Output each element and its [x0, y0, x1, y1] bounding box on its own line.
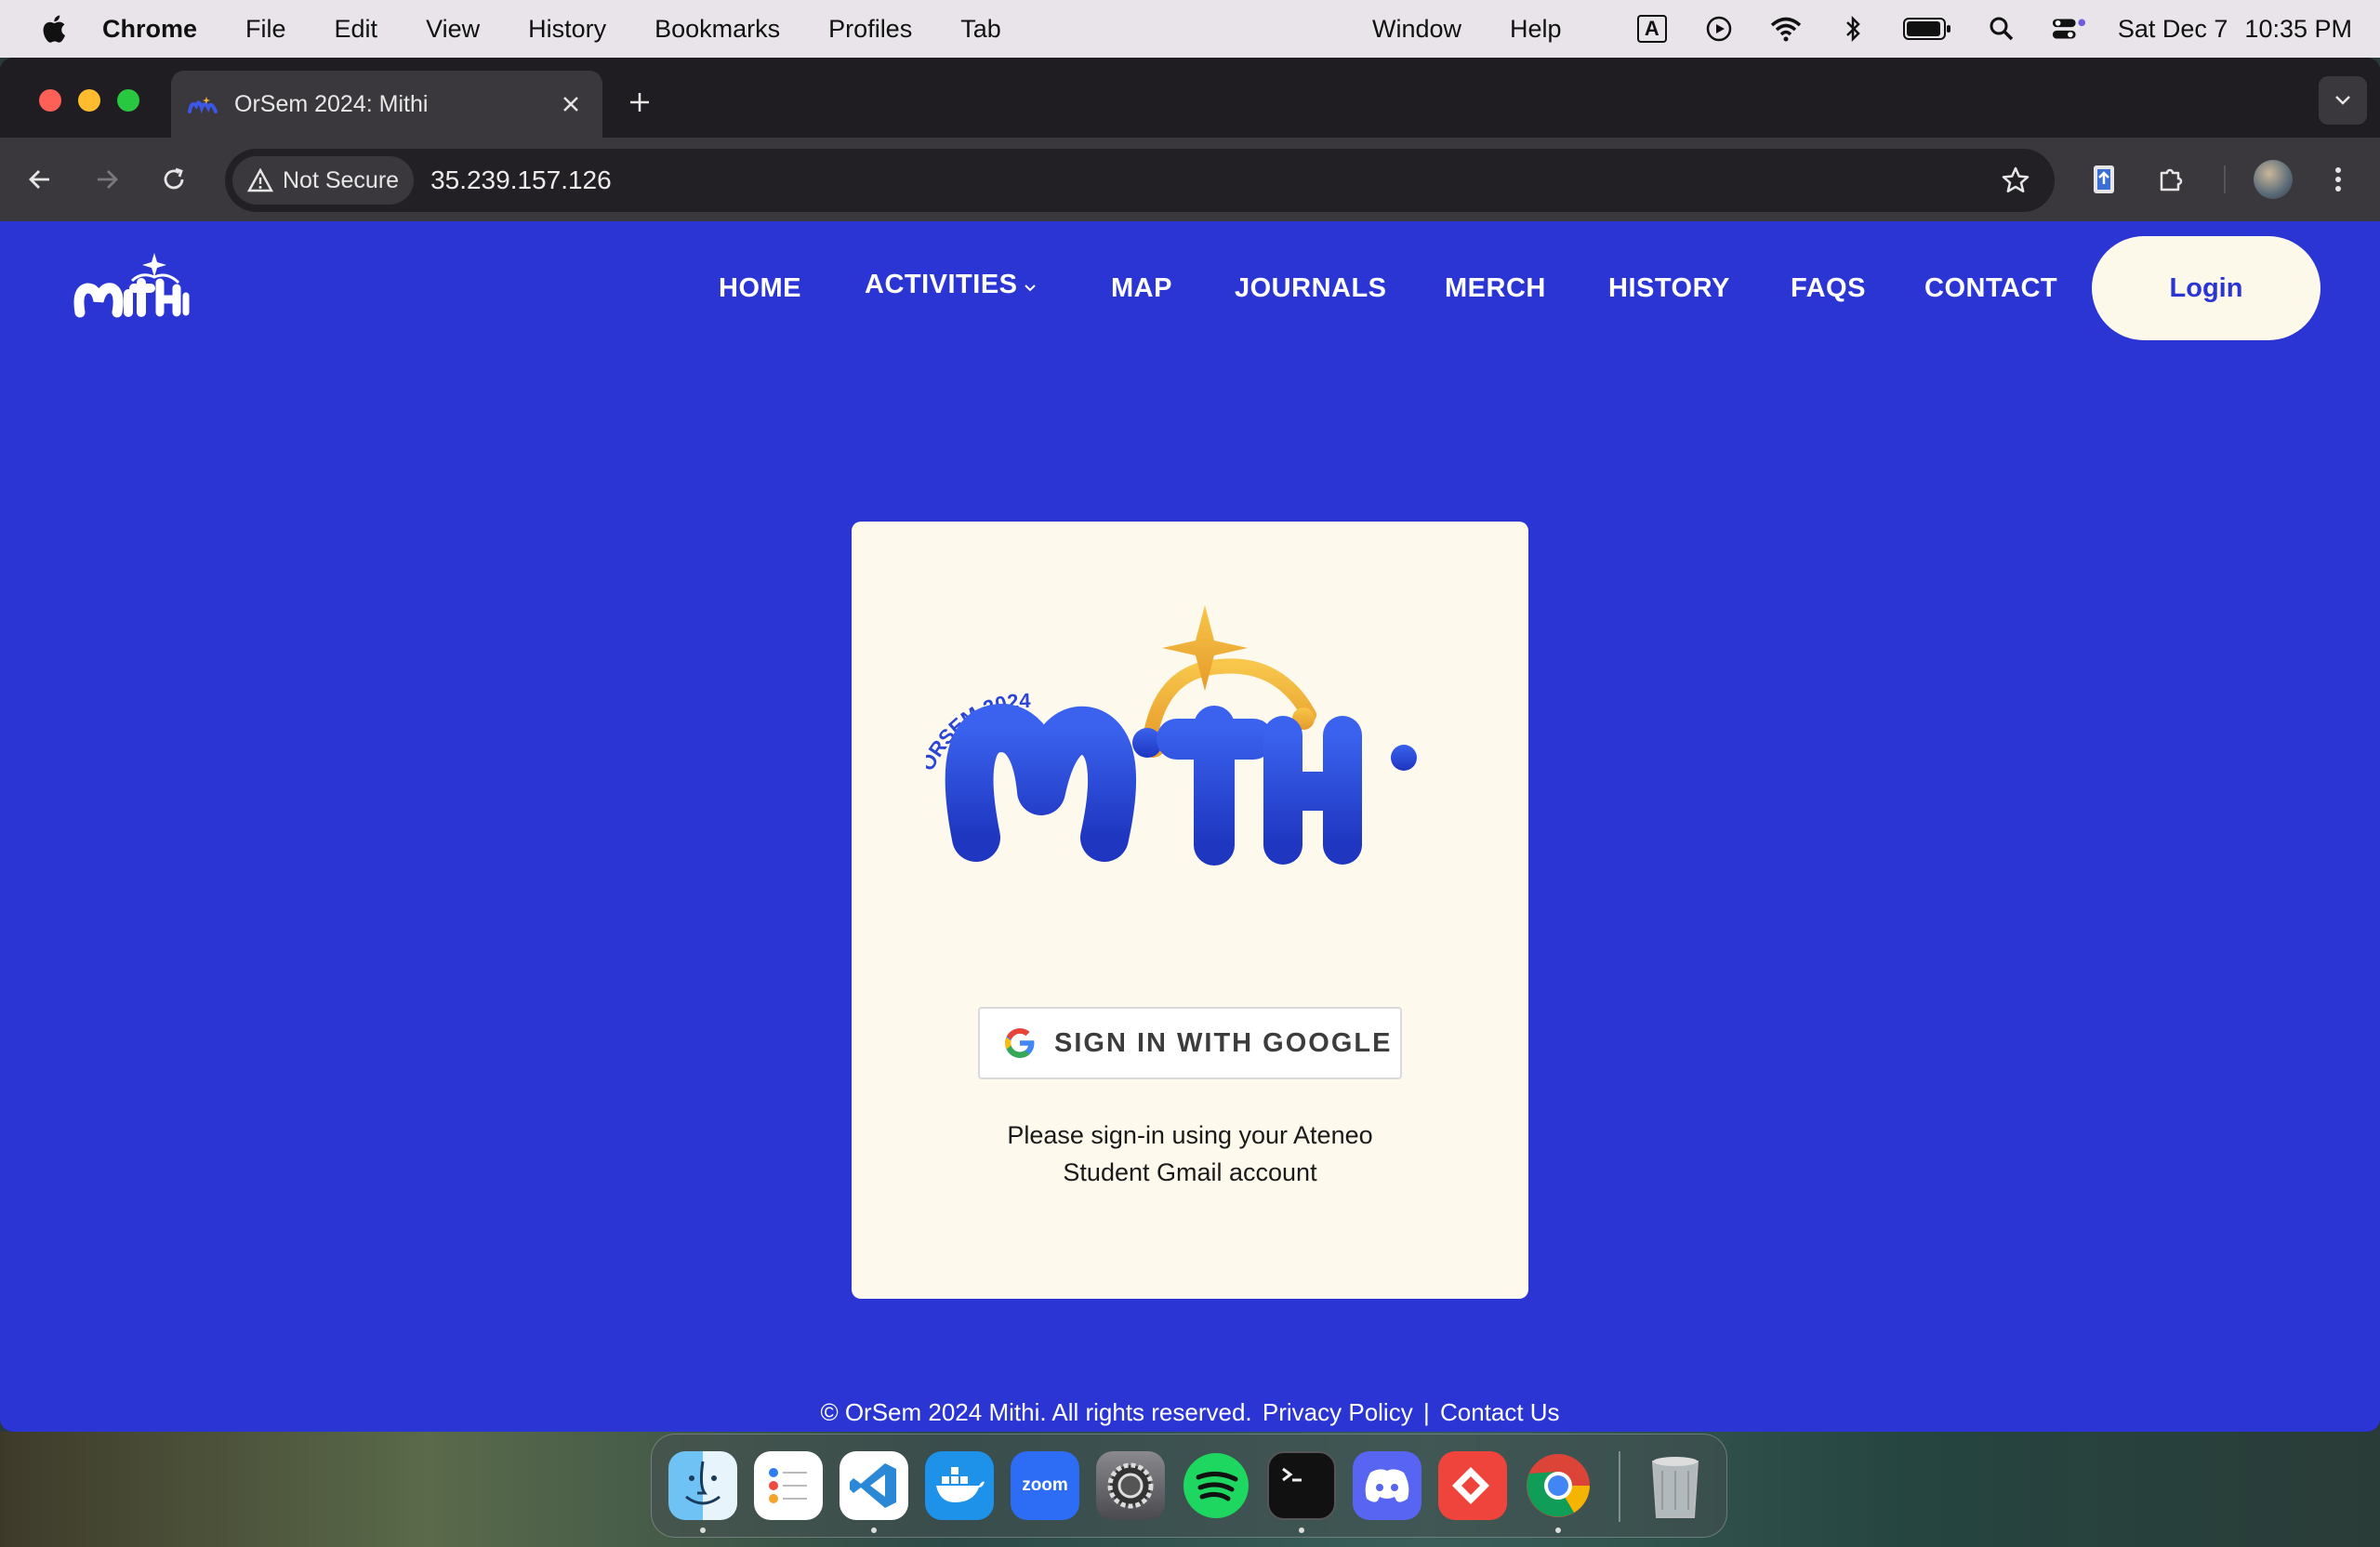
mithi-favicon-icon [188, 97, 218, 113]
anydesk-icon[interactable] [1438, 1451, 1507, 1520]
menu-history[interactable]: History [528, 15, 606, 44]
security-chip[interactable]: Not Secure [232, 156, 415, 205]
google-g-icon [1005, 1028, 1035, 1058]
profile-avatar[interactable] [2254, 160, 2293, 199]
now-playing-icon[interactable] [1701, 15, 1737, 43]
docker-icon[interactable] [925, 1451, 994, 1520]
menu-help[interactable]: Help [1510, 15, 1562, 44]
spotlight-search-icon[interactable] [1984, 15, 2019, 43]
sign-in-hint-line2: Student Gmail account [1063, 1158, 1317, 1186]
security-label: Not Secure [283, 166, 400, 193]
nav-faqs[interactable]: FAQS [1791, 273, 1866, 304]
spotify-icon[interactable] [1182, 1451, 1250, 1520]
reload-button[interactable] [152, 158, 195, 201]
menubar-date[interactable]: Sat Dec 7 [2118, 15, 2228, 44]
browser-toolbar: Not Secure 35.239.157.126 [0, 138, 2380, 221]
zoom-window-button[interactable] [117, 89, 139, 112]
browser-window: OrSem 2024: Mithi Not Secure 35.239.157.… [0, 58, 2380, 1432]
discord-icon[interactable] [1353, 1451, 1421, 1520]
footer-privacy-link[interactable]: Privacy Policy [1263, 1398, 1413, 1426]
zoom-icon[interactable]: zoom [1011, 1451, 1079, 1520]
dock-running-dot [1555, 1527, 1561, 1533]
nav-home[interactable]: HOME [719, 273, 801, 304]
input-source-icon[interactable]: A [1634, 15, 1670, 43]
sign-in-hint: Please sign-in using your Ateneo Student… [852, 1117, 1528, 1191]
tab-title: OrSem 2024: Mithi [234, 90, 429, 117]
apple-icon[interactable] [39, 13, 67, 45]
warning-icon [247, 168, 273, 192]
orsem-mithi-logo: ORSEM 2024 [926, 605, 1420, 866]
nav-activities[interactable]: ACTIVITIES [865, 270, 1018, 300]
nav-contact[interactable]: CONTACT [1924, 273, 2057, 304]
more-menu-icon[interactable] [2317, 158, 2360, 201]
vscode-icon[interactable] [840, 1451, 908, 1520]
nav-history[interactable]: HISTORY [1608, 273, 1730, 304]
footer-copyright: © OrSem 2024 Mithi. All rights reserved. [820, 1398, 1252, 1426]
dock: zoom [651, 1434, 1727, 1538]
tab-search-button[interactable] [2319, 76, 2367, 125]
nav-map[interactable]: MAP [1111, 273, 1172, 304]
google-sign-in-button[interactable]: SIGN IN WITH GOOGLE [978, 1007, 1402, 1079]
dock-separator [1619, 1451, 1620, 1522]
zoom-icon-label: zoom [1022, 1475, 1068, 1495]
menu-profiles[interactable]: Profiles [828, 15, 912, 44]
close-window-button[interactable] [39, 89, 61, 112]
address-bar[interactable]: Not Secure 35.239.157.126 [225, 149, 2055, 212]
web-page: HOME ACTIVITIES MAP JOURNALS MERCH HISTO… [0, 221, 2380, 1432]
bookmark-star-icon[interactable] [1997, 162, 2034, 199]
toolbar-separator [2224, 165, 2226, 193]
menubar-time[interactable]: 10:35 PM [2244, 15, 2352, 44]
menu-file[interactable]: File [245, 15, 286, 44]
footer-contact-link[interactable]: Contact Us [1440, 1398, 1560, 1426]
close-tab-icon[interactable] [552, 86, 589, 123]
system-settings-icon[interactable] [1096, 1451, 1165, 1520]
google-sign-in-label: SIGN IN WITH GOOGLE [1054, 1027, 1393, 1058]
battery-icon[interactable] [1902, 15, 1952, 43]
footer-separator: | [1422, 1398, 1430, 1426]
menu-tab[interactable]: Tab [960, 15, 1001, 44]
bluetooth-icon[interactable] [1835, 15, 1871, 43]
terminal-icon[interactable] [1267, 1451, 1336, 1520]
menu-app-chrome[interactable]: Chrome [102, 15, 197, 44]
tab-strip: OrSem 2024: Mithi [0, 58, 2380, 138]
dock-running-dot [1299, 1527, 1304, 1533]
menu-window[interactable]: Window [1372, 15, 1461, 44]
nav-journals[interactable]: JOURNALS [1235, 273, 1387, 304]
site-navbar: HOME ACTIVITIES MAP JOURNALS MERCH HISTO… [0, 221, 2380, 361]
url-text[interactable]: 35.239.157.126 [430, 165, 612, 195]
menu-view[interactable]: View [426, 15, 480, 44]
login-card: ORSEM 2024 [852, 522, 1528, 1299]
trash-icon[interactable] [1641, 1451, 1710, 1520]
new-tab-button[interactable] [621, 84, 658, 121]
tab-active[interactable]: OrSem 2024: Mithi [171, 71, 602, 138]
dock-running-dot [700, 1527, 706, 1533]
window-controls [39, 89, 139, 112]
menu-edit[interactable]: Edit [335, 15, 378, 44]
extension-upload-icon[interactable] [2082, 158, 2125, 201]
extensions-puzzle-icon[interactable] [2149, 158, 2192, 201]
sign-in-hint-line1: Please sign-in using your Ateneo [1007, 1121, 1373, 1149]
back-button[interactable] [19, 158, 61, 201]
nav-merch[interactable]: MERCH [1445, 273, 1546, 304]
wifi-icon[interactable] [1768, 15, 1804, 43]
menu-bookmarks[interactable]: Bookmarks [654, 15, 780, 44]
chevron-down-icon[interactable] [1023, 283, 1038, 294]
forward-button[interactable] [86, 158, 128, 201]
dock-running-dot [871, 1527, 877, 1533]
login-button[interactable]: Login [2092, 236, 2320, 340]
minimize-window-button[interactable] [78, 89, 100, 112]
reminders-icon[interactable] [754, 1451, 823, 1520]
site-footer: © OrSem 2024 Mithi. All rights reserved.… [0, 1398, 2380, 1427]
control-center-icon[interactable] [2051, 15, 2086, 43]
finder-icon[interactable] [668, 1451, 737, 1520]
chrome-icon[interactable] [1524, 1451, 1593, 1520]
site-logo[interactable] [71, 251, 192, 325]
menu-bar: Chrome File Edit View History Bookmarks … [0, 0, 2380, 58]
